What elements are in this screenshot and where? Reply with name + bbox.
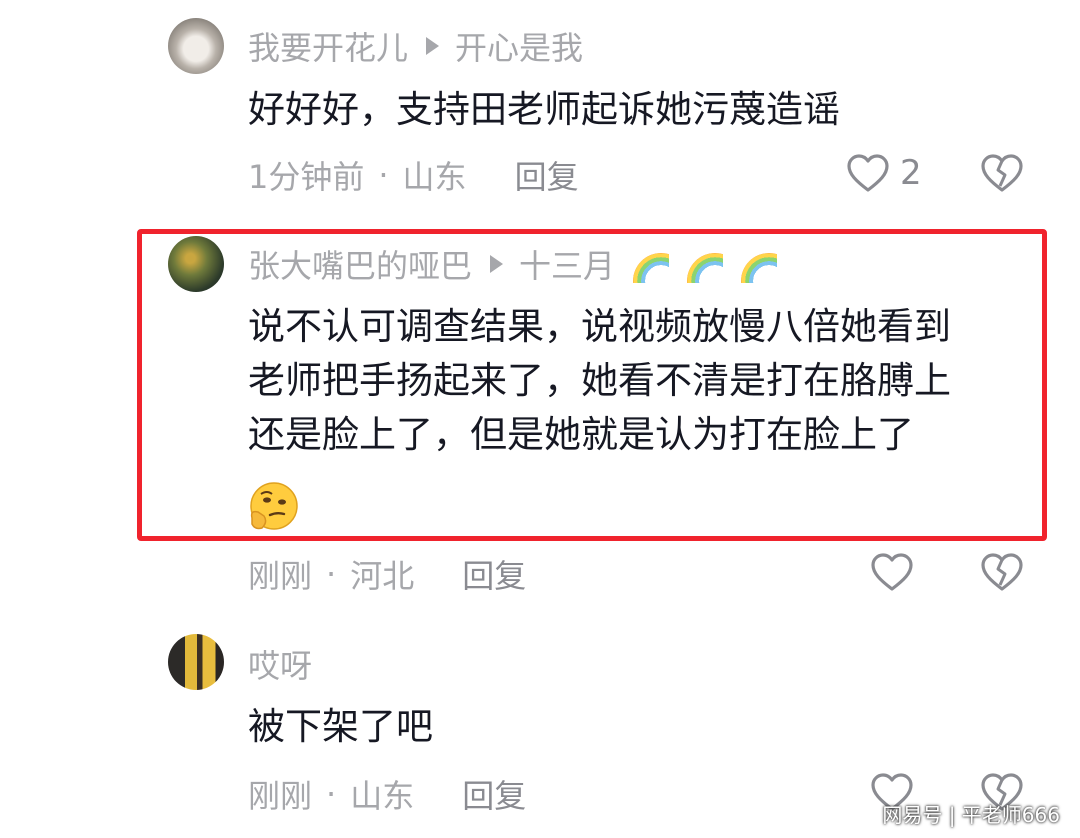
comment-text: 好好好，支持田老师起诉她污蔑造谣 [248,83,840,137]
location: 山东 [350,777,415,815]
comment-line: 老师把手扬起来了，她看不清是打在胳膊上 [248,359,951,402]
meta-separator: · [378,156,389,194]
comment-text: 说不认可调查结果，说视频放慢八倍她看到 老师把手扬起来了，她看不清是打在胳膊上 … [248,300,951,462]
watermark: 网易号 | 平老师666 [882,803,1060,827]
reply-button[interactable]: 回复 [462,771,526,817]
timestamp: 刚刚 [248,557,313,595]
avatar[interactable] [168,634,224,690]
timestamp: 1分钟前 [248,158,365,196]
comment-header: 张大嘴巴的哑巴 十三月 [248,241,778,287]
like-count: 2 [900,153,922,193]
comment-line: 被下架了吧 [248,705,433,748]
like-button[interactable]: 2 [846,153,922,193]
reply-arrow-icon [490,255,504,273]
username[interactable]: 我要开花儿 [248,23,408,69]
reply-button[interactable]: 回复 [462,551,526,597]
reply-button[interactable]: 回复 [515,152,579,198]
reply-to-username[interactable]: 开心是我 [455,23,583,69]
heart-icon [847,154,889,192]
broken-heart-icon [981,154,1023,192]
reply-arrow-icon [426,37,440,55]
thinking-face-icon [250,482,298,530]
rainbow-icon [685,245,724,283]
comment-line: 好好好，支持田老师起诉她污蔑造谣 [248,88,840,131]
comment-text: 被下架了吧 [248,700,433,754]
dislike-button[interactable] [980,552,1024,596]
reply-to-username[interactable]: 十三月 [519,241,615,287]
comment-meta: 刚刚 · 山东 回复 [248,772,526,816]
broken-heart-icon [981,553,1023,591]
like-button[interactable] [870,552,914,592]
meta-separator: · [326,775,337,813]
location: 山东 [402,158,467,196]
comment-meta: 1分钟前 · 山东 回复 [248,153,579,197]
comment-header: 我要开花儿 开心是我 [248,24,583,68]
rainbow-icon [631,245,670,283]
comment-meta: 刚刚 · 河北 回复 [248,552,526,596]
heart-icon [871,553,913,591]
username[interactable]: 张大嘴巴的哑巴 [248,241,472,287]
avatar[interactable] [168,236,224,292]
comment-line: 还是脸上了，但是她就是认为打在脸上了 [248,413,914,456]
username[interactable]: 哎呀 [248,641,312,687]
comment-line: 说不认可调查结果，说视频放慢八倍她看到 [248,305,951,348]
meta-separator: · [326,555,337,593]
rainbow-icon [739,245,778,283]
timestamp: 刚刚 [248,777,313,815]
location: 河北 [350,557,415,595]
comment-header: 哎呀 [248,642,312,686]
avatar[interactable] [168,18,224,74]
dislike-button[interactable] [980,153,1024,197]
